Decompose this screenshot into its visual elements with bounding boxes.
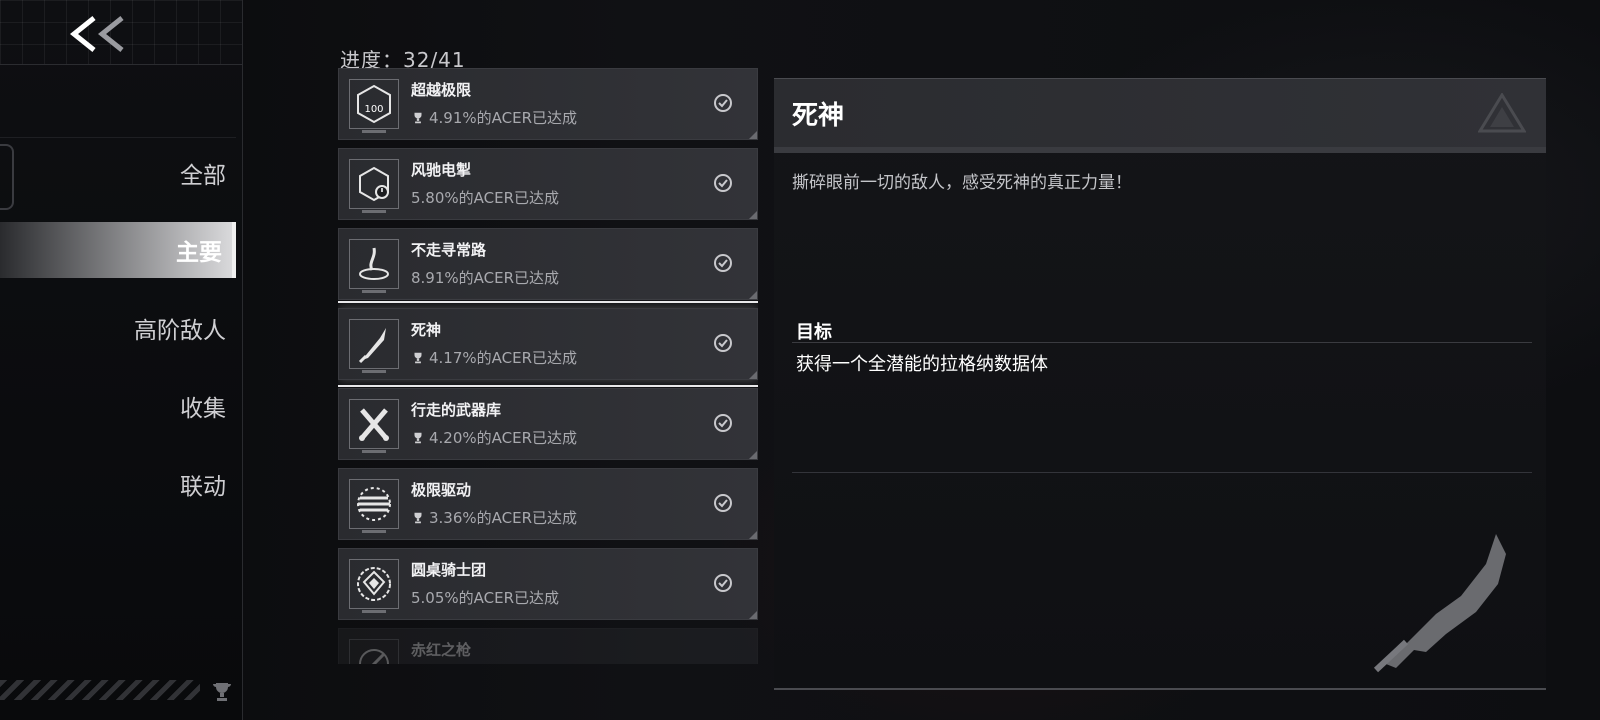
achievement-item-selected[interactable]: 死神 4.17%的ACER已达成 [338, 301, 758, 387]
achievement-list[interactable]: 100 超越极限 4.91%的ACER已达成 风驰电掣 5.80%的ACER已达… [338, 68, 758, 664]
sidebar: 全部 主要 高阶敌人 收集 联动 [0, 0, 243, 720]
achievement-item[interactable]: 赤红之枪 [338, 628, 758, 664]
achievement-item[interactable]: 圆桌骑士团 5.05%的ACER已达成 [338, 548, 758, 620]
trophy-icon [414, 512, 422, 523]
rate-text: 4.20%的ACER已达成 [429, 429, 578, 447]
drive-lines-icon [349, 479, 399, 533]
achievement-item[interactable]: 极限驱动 3.36%的ACER已达成 [338, 468, 758, 540]
trophy-icon [414, 432, 422, 443]
sidebar-divider [0, 137, 236, 138]
achievement-item[interactable]: 不走寻常路 8.91%的ACER已达成 [338, 228, 758, 300]
header-underline [774, 147, 1546, 153]
achievement-name: 行走的武器库 [411, 401, 502, 419]
sidebar-item-collab[interactable]: 联动 [0, 456, 236, 512]
achievement-item[interactable]: 100 超越极限 4.91%的ACER已达成 [338, 68, 758, 140]
rate-text: 8.91%的ACER已达成 [411, 269, 560, 287]
achievement-rate: 4.17%的ACER已达成 [411, 347, 577, 368]
rate-text: 5.05%的ACER已达成 [411, 589, 560, 607]
check-circle-icon [714, 334, 732, 352]
rate-text: 4.17%的ACER已达成 [429, 349, 578, 367]
speed-clock-icon [349, 159, 399, 213]
trophy-icon [414, 352, 422, 363]
achievement-name: 赤红之枪 [411, 641, 472, 659]
detail-divider [792, 472, 1532, 473]
achievement-item[interactable]: 行走的武器库 4.20%的ACER已达成 [338, 388, 758, 460]
sidebar-item-collection[interactable]: 收集 [0, 378, 236, 434]
achievement-name: 风驰电掣 [411, 161, 472, 179]
game-logo-icon [1478, 93, 1526, 133]
achievement-item[interactable]: 风驰电掣 5.80%的ACER已达成 [338, 148, 758, 220]
achievement-rate: 8.91%的ACER已达成 [411, 267, 559, 288]
spiral-path-icon [349, 239, 399, 293]
sidebar-item-main[interactable]: 主要 [0, 222, 236, 278]
stripe-decoration [0, 680, 200, 700]
achievement-detail-panel: 死神 撕碎眼前一切的敌人，感受死神的真正力量！ 目标 获得一个全潜能的拉格纳数据… [774, 78, 1546, 690]
scythe-icon [1373, 534, 1506, 673]
crossed-guns-icon [349, 399, 399, 453]
rate-text: 3.36%的ACER已达成 [429, 509, 578, 527]
achievement-name: 不走寻常路 [411, 241, 487, 259]
back-button[interactable] [66, 12, 130, 56]
check-circle-icon [714, 414, 732, 432]
svg-text:100: 100 [364, 104, 383, 115]
check-circle-icon [714, 254, 732, 272]
detail-description: 撕碎眼前一切的敌人，感受死神的真正力量！ [792, 173, 1132, 193]
achievement-rate: 3.36%的ACER已达成 [411, 507, 577, 528]
trophy-icon [414, 112, 422, 123]
trophy-icon [213, 683, 231, 701]
goal-divider [792, 342, 1532, 343]
hundred-badge-icon: 100 [349, 79, 399, 133]
achievement-rate: 5.05%的ACER已达成 [411, 587, 559, 608]
check-circle-icon [714, 574, 732, 592]
sidebar-item-advanced-enemies[interactable]: 高阶敌人 [0, 300, 236, 356]
detail-header: 死神 [774, 78, 1546, 153]
check-circle-icon [714, 494, 732, 512]
detail-title: 死神 [792, 101, 845, 131]
achievement-name: 死神 [411, 321, 442, 339]
achievement-name: 极限驱动 [411, 481, 472, 499]
rate-text: 4.91%的ACER已达成 [429, 109, 578, 127]
double-chevron-left-icon [69, 16, 124, 52]
achievement-rate: 4.91%的ACER已达成 [411, 107, 577, 128]
sidebar-item-all[interactable]: 全部 [0, 145, 236, 201]
goal-text: 获得一个全潜能的拉格纳数据体 [796, 354, 1048, 375]
spear-icon [349, 639, 399, 664]
achievement-name: 圆桌骑士团 [411, 561, 487, 579]
achievement-rate: 5.80%的ACER已达成 [411, 187, 559, 208]
achievement-name: 超越极限 [411, 81, 472, 99]
rate-text: 5.80%的ACER已达成 [411, 189, 560, 207]
check-circle-icon [714, 94, 732, 112]
goal-label: 目标 [796, 322, 832, 343]
check-circle-icon [714, 174, 732, 192]
scythe-icon [349, 319, 399, 373]
knight-emblem-icon [349, 559, 399, 613]
achievement-rate: 4.20%的ACER已达成 [411, 427, 577, 448]
